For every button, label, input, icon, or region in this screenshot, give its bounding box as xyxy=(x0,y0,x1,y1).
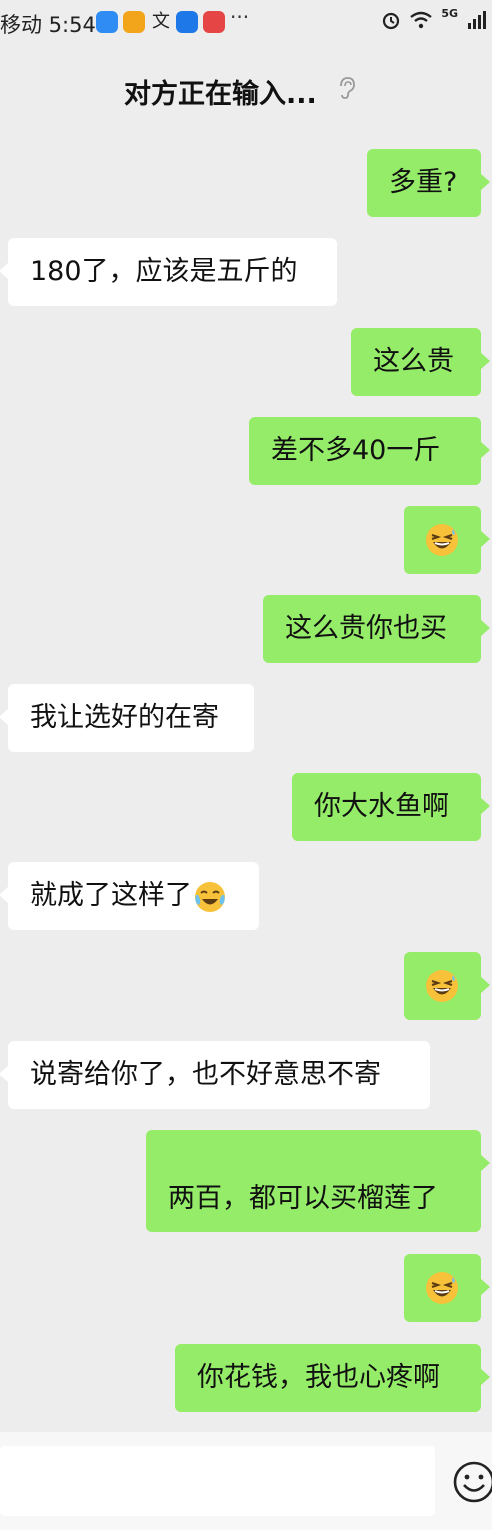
message-bubble-received[interactable]: 我让选好的在寄 xyxy=(0,684,254,752)
message-bubble-received[interactable]: 180了，应该是五斤的 xyxy=(0,238,337,306)
message-text: 你大水鱼啊 xyxy=(314,791,449,822)
emoji-picker-icon[interactable] xyxy=(452,1460,492,1504)
message-bubble-sent[interactable]: 你大水鱼啊 xyxy=(292,773,490,841)
message-text: 这么贵你也买 xyxy=(285,613,447,644)
translate-app-icon: 文 xyxy=(152,11,170,32)
message-bubble-sent[interactable] xyxy=(404,952,490,1020)
input-bar xyxy=(0,1432,492,1530)
message-bubble-received[interactable]: 说寄给你了，也不好意思不寄 xyxy=(0,1041,430,1109)
message-text: 这么贵 xyxy=(373,346,454,377)
wifi-icon xyxy=(410,11,433,29)
message-text: 说寄给你了，也不好意思不寄 xyxy=(30,1059,381,1090)
message-input[interactable] xyxy=(0,1446,435,1516)
shop-app-icon xyxy=(203,11,225,33)
status-bar: 移动 5:54 文 ··· 5G xyxy=(0,0,492,44)
ear-icon xyxy=(340,77,355,99)
carrier-time: 移动 5:54 xyxy=(0,13,96,37)
message-bubble-sent[interactable]: 这么贵 xyxy=(351,328,490,396)
signal-icon xyxy=(468,11,486,29)
grinning-squint-sweat-emoji-icon xyxy=(426,524,458,556)
more-notifications-icon: ··· xyxy=(230,5,250,29)
weather-app-icon xyxy=(96,11,118,33)
alarm-icon xyxy=(383,12,400,30)
message-bubble-sent[interactable] xyxy=(404,1254,490,1322)
message-text: 你花钱，我也心疼啊 xyxy=(197,1362,440,1393)
chat-header: 对方正在输入... xyxy=(0,44,492,132)
message-bubble-received[interactable]: 就成了这样了 xyxy=(0,862,259,930)
taobao-app-icon xyxy=(123,11,145,33)
message-list[interactable]: 多重? 180了，应该是五斤的 这么贵 差不多40一斤 这么贵你也买 我让选好的… xyxy=(0,132,492,1432)
message-bubble-sent[interactable]: 两百，都可以买榴莲了 xyxy=(146,1130,490,1232)
message-text: 180了，应该是五斤的 xyxy=(30,256,298,287)
message-text: 我让选好的在寄 xyxy=(30,702,219,733)
chat-title: 对方正在输入... xyxy=(124,79,317,110)
message-text: 两百，都可以买榴莲了 xyxy=(168,1183,438,1214)
grinning-squint-sweat-emoji-icon xyxy=(426,970,458,1002)
message-text: 多重? xyxy=(389,167,458,198)
message-bubble-sent[interactable]: 你花钱，我也心疼啊 xyxy=(175,1344,490,1412)
cloud-app-icon xyxy=(176,11,198,33)
message-bubble-sent[interactable]: 这么贵你也买 xyxy=(263,595,490,663)
network-type-label: 5G xyxy=(441,6,458,20)
message-bubble-sent[interactable]: 差不多40一斤 xyxy=(249,417,490,485)
grinning-squint-sweat-emoji-icon xyxy=(426,1272,458,1304)
message-text: 差不多40一斤 xyxy=(271,435,441,466)
message-bubble-sent[interactable]: 多重? xyxy=(367,149,490,217)
message-bubble-sent[interactable] xyxy=(404,506,490,574)
crying-laughing-emoji-icon xyxy=(195,881,225,912)
message-text: 就成了这样了 xyxy=(30,880,192,911)
